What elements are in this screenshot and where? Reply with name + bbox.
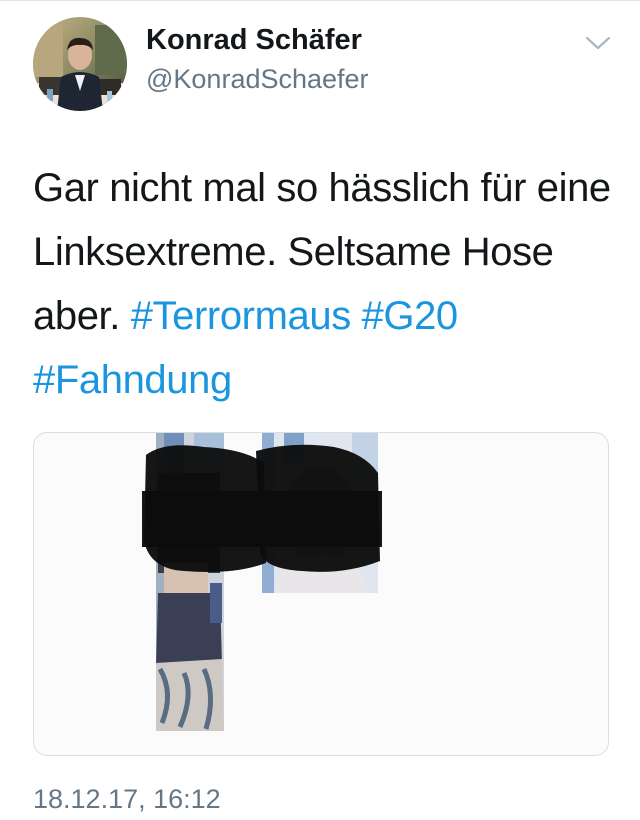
author-handle[interactable]: @KonradSchaefer <box>146 64 369 95</box>
top-divider <box>0 0 640 1</box>
tweet-text: Gar nicht mal so hässlich für eine Links… <box>33 156 623 412</box>
chevron-down-icon[interactable] <box>581 30 615 56</box>
author-avatar[interactable] <box>33 17 127 111</box>
hashtag-link[interactable]: #G20 <box>362 294 459 338</box>
hashtag-link[interactable]: #Terrormaus <box>131 294 352 338</box>
author-display-name[interactable]: Konrad Schäfer <box>146 24 362 57</box>
hashtag-link[interactable]: #Fahndung <box>33 358 232 402</box>
media-collage-image <box>142 433 382 731</box>
tweet-timestamp[interactable]: 18.12.17, 16:12 <box>33 784 221 815</box>
tweet-media-card[interactable] <box>33 432 609 756</box>
